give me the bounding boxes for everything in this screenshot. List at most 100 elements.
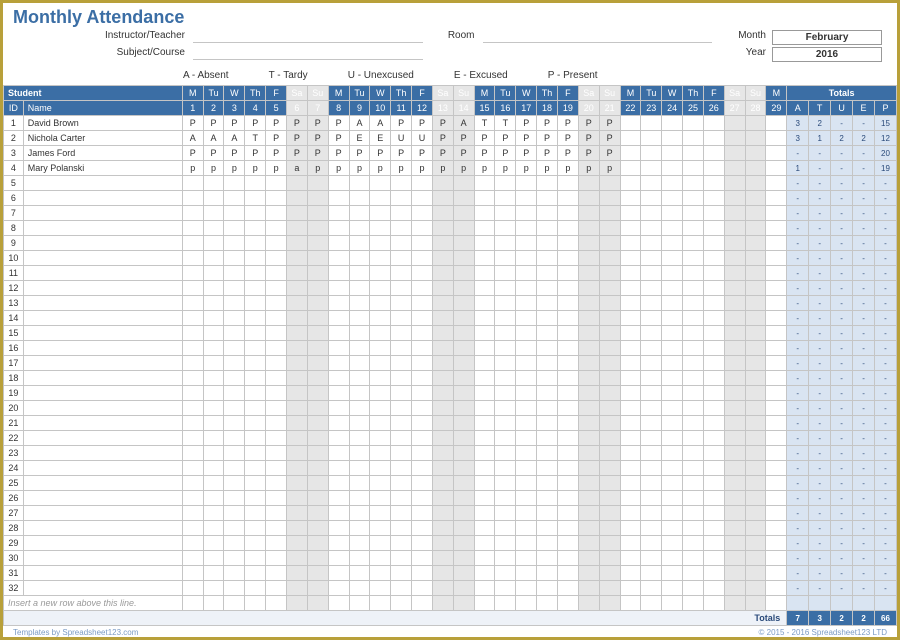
cell-mark[interactable]	[495, 356, 516, 371]
cell-mark[interactable]	[745, 266, 766, 281]
cell-mark[interactable]	[495, 206, 516, 221]
cell-mark[interactable]	[349, 536, 370, 551]
cell-mark[interactable]	[307, 416, 328, 431]
cell-mark[interactable]: p	[370, 161, 391, 176]
cell-mark[interactable]: P	[432, 131, 453, 146]
cell-mark[interactable]	[328, 341, 349, 356]
cell-mark[interactable]	[432, 476, 453, 491]
cell-mark[interactable]	[745, 206, 766, 221]
cell-mark[interactable]	[453, 371, 474, 386]
cell-mark[interactable]	[557, 191, 578, 206]
cell-mark[interactable]	[287, 581, 308, 596]
cell-mark[interactable]	[349, 221, 370, 236]
cell-mark[interactable]	[474, 431, 495, 446]
cell-mark[interactable]	[599, 296, 620, 311]
cell-mark[interactable]	[557, 521, 578, 536]
cell-mark[interactable]	[412, 281, 433, 296]
cell-mark[interactable]	[391, 581, 412, 596]
cell-id[interactable]: 18	[4, 371, 24, 386]
cell-mark[interactable]	[266, 536, 287, 551]
cell-mark[interactable]	[370, 371, 391, 386]
cell-mark[interactable]	[578, 551, 599, 566]
cell-mark[interactable]	[391, 521, 412, 536]
cell-mark[interactable]	[266, 491, 287, 506]
cell-mark[interactable]	[328, 551, 349, 566]
cell-mark[interactable]	[724, 461, 745, 476]
cell-mark[interactable]	[662, 356, 683, 371]
cell-mark[interactable]	[453, 491, 474, 506]
cell-mark[interactable]	[182, 446, 203, 461]
cell-mark[interactable]	[766, 506, 787, 521]
cell-mark[interactable]	[703, 371, 724, 386]
cell-mark[interactable]	[453, 506, 474, 521]
cell-mark[interactable]	[578, 341, 599, 356]
cell-mark[interactable]	[516, 536, 537, 551]
subject-input[interactable]	[193, 47, 423, 60]
cell-mark[interactable]	[537, 296, 558, 311]
cell-mark[interactable]	[328, 386, 349, 401]
cell-mark[interactable]	[557, 476, 578, 491]
cell-mark[interactable]	[245, 206, 266, 221]
cell-mark[interactable]	[620, 191, 641, 206]
cell-id[interactable]: 1	[4, 116, 24, 131]
cell-mark[interactable]	[766, 491, 787, 506]
cell-mark[interactable]	[724, 476, 745, 491]
cell-mark[interactable]	[349, 371, 370, 386]
cell-mark[interactable]	[620, 431, 641, 446]
cell-mark[interactable]	[432, 371, 453, 386]
cell-mark[interactable]	[287, 461, 308, 476]
cell-mark[interactable]	[245, 431, 266, 446]
cell-name[interactable]: Nichola Carter	[23, 131, 182, 146]
cell-mark[interactable]	[578, 371, 599, 386]
cell-mark[interactable]	[745, 581, 766, 596]
cell-name[interactable]	[23, 266, 182, 281]
cell-mark[interactable]	[224, 296, 245, 311]
cell-mark[interactable]	[287, 281, 308, 296]
cell-mark[interactable]	[662, 146, 683, 161]
cell-mark[interactable]: P	[287, 146, 308, 161]
cell-mark[interactable]	[182, 251, 203, 266]
cell-mark[interactable]	[224, 401, 245, 416]
cell-name[interactable]	[23, 251, 182, 266]
cell-mark[interactable]	[766, 326, 787, 341]
month-input[interactable]: February	[772, 30, 882, 45]
cell-mark[interactable]	[724, 296, 745, 311]
cell-mark[interactable]	[495, 446, 516, 461]
cell-mark[interactable]	[391, 311, 412, 326]
cell-mark[interactable]	[495, 326, 516, 341]
cell-mark[interactable]	[432, 341, 453, 356]
cell-mark[interactable]	[599, 491, 620, 506]
cell-mark[interactable]: P	[537, 131, 558, 146]
cell-mark[interactable]	[266, 431, 287, 446]
cell-mark[interactable]: P	[557, 146, 578, 161]
cell-mark[interactable]	[203, 491, 224, 506]
cell-mark[interactable]	[495, 281, 516, 296]
cell-mark[interactable]	[766, 446, 787, 461]
cell-name[interactable]	[23, 416, 182, 431]
cell-mark[interactable]	[662, 401, 683, 416]
cell-mark[interactable]	[703, 356, 724, 371]
cell-mark[interactable]: P	[245, 146, 266, 161]
cell-mark[interactable]: P	[578, 116, 599, 131]
cell-mark[interactable]	[620, 461, 641, 476]
cell-mark[interactable]	[578, 356, 599, 371]
cell-mark[interactable]	[724, 371, 745, 386]
cell-mark[interactable]	[703, 131, 724, 146]
cell-mark[interactable]	[683, 371, 704, 386]
cell-name[interactable]	[23, 371, 182, 386]
cell-mark[interactable]	[391, 191, 412, 206]
cell-mark[interactable]	[495, 401, 516, 416]
cell-id[interactable]: 21	[4, 416, 24, 431]
cell-mark[interactable]	[537, 446, 558, 461]
cell-mark[interactable]	[516, 431, 537, 446]
cell-mark[interactable]	[620, 281, 641, 296]
cell-mark[interactable]	[766, 221, 787, 236]
cell-mark[interactable]	[287, 371, 308, 386]
cell-mark[interactable]	[745, 491, 766, 506]
cell-mark[interactable]	[662, 281, 683, 296]
cell-mark[interactable]	[474, 191, 495, 206]
cell-id[interactable]: 9	[4, 236, 24, 251]
cell-mark[interactable]	[495, 221, 516, 236]
cell-mark[interactable]	[766, 296, 787, 311]
cell-mark[interactable]: P	[266, 116, 287, 131]
